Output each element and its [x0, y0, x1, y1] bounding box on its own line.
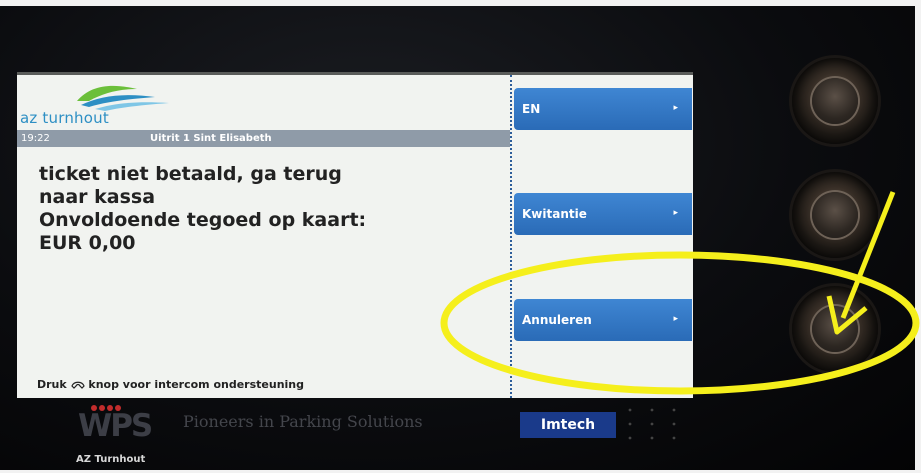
arrow-icon	[840, 191, 896, 319]
annotation-overlay	[440, 191, 920, 395]
